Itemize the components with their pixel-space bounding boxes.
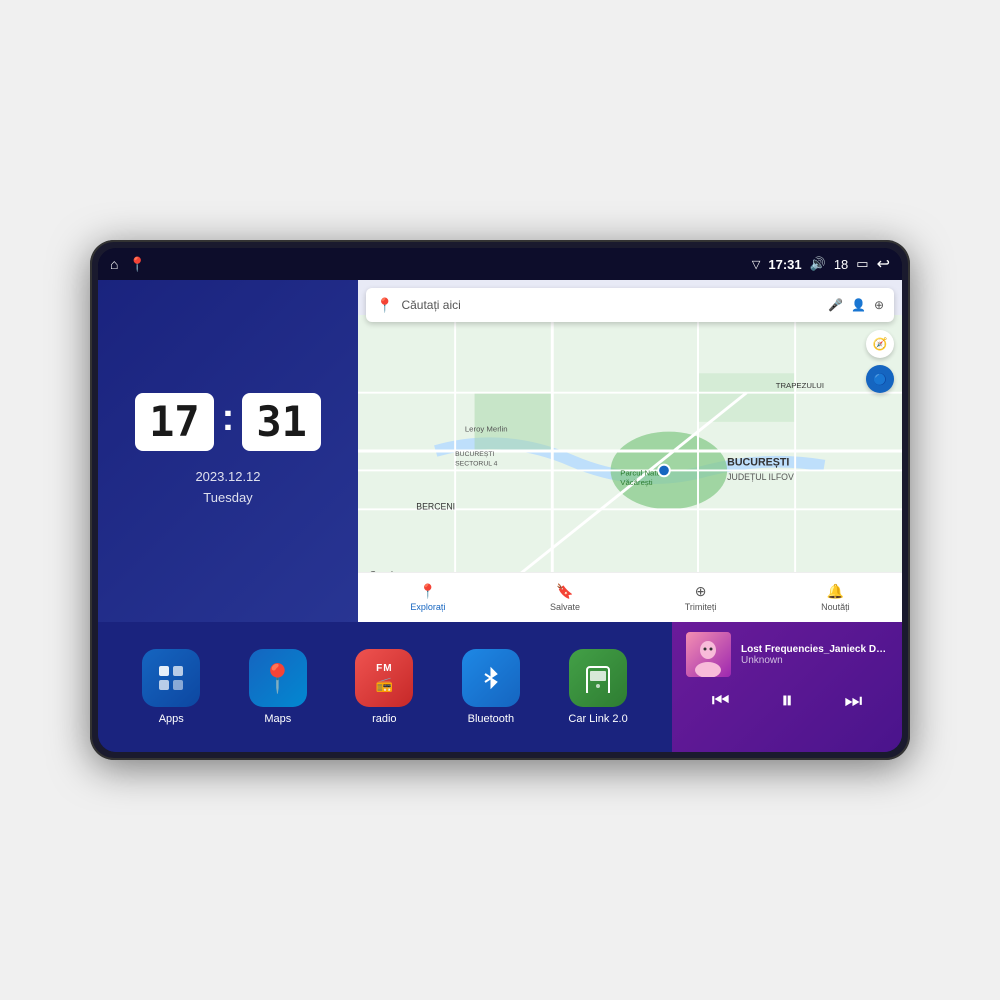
status-left: ⌂ 📍	[110, 256, 146, 273]
app-item-apps[interactable]: Apps	[142, 649, 200, 725]
app-item-bluetooth[interactable]: Bluetooth	[462, 649, 520, 725]
svg-text:TRAPEZULUI: TRAPEZULUI	[776, 381, 824, 390]
music-prev-button[interactable]: ⏮	[712, 690, 730, 713]
news-icon: 🔔	[827, 583, 844, 600]
clock-hours: 17	[135, 393, 214, 451]
explore-icon: 📍	[419, 583, 436, 600]
clock-panel: 17 : 31 2023.12.12 Tuesday	[98, 280, 358, 622]
apps-icon	[142, 649, 200, 707]
clock-display: 17 : 31	[135, 393, 321, 451]
clock-separator: :	[222, 397, 235, 440]
send-icon: ⊕	[695, 583, 707, 600]
map-nav-news[interactable]: 🔔 Noutăți	[821, 583, 850, 612]
voice-search-icon[interactable]: 🎤	[828, 298, 843, 312]
map-nav-send[interactable]: ⊕ Trimiteți	[685, 583, 717, 612]
svg-text:Văcărești: Văcărești	[620, 478, 653, 487]
apps-svg-icon	[156, 663, 186, 693]
apps-panel: Apps 📍 Maps FM 📻	[98, 622, 672, 752]
bluetooth-label: Bluetooth	[468, 713, 514, 725]
maps-icon: 📍	[249, 649, 307, 707]
profile-icon[interactable]: 👤	[851, 298, 866, 312]
saved-label: Salvate	[550, 602, 580, 612]
explore-label: Explorați	[410, 602, 445, 612]
map-nav-bar: 📍 Explorați 🔖 Salvate ⊕ Trimiteți 🔔	[358, 572, 902, 622]
saved-icon: 🔖	[556, 583, 573, 600]
svg-text:BERCENI: BERCENI	[416, 501, 455, 511]
clock-day: Tuesday	[195, 488, 260, 509]
apps-label: Apps	[159, 713, 184, 725]
carlink-icon	[569, 649, 627, 707]
music-controls: ⏮ ⏸ ⏭	[686, 687, 888, 715]
bluetooth-svg-icon	[477, 664, 505, 692]
clock-minutes: 31	[242, 393, 321, 451]
svg-text:Leroy Merlin: Leroy Merlin	[465, 425, 508, 434]
bluetooth-icon	[462, 649, 520, 707]
clock-date-info: 2023.12.12 Tuesday	[195, 467, 260, 509]
carlink-label: Car Link 2.0	[568, 713, 627, 725]
app-item-maps[interactable]: 📍 Maps	[249, 649, 307, 725]
album-art-svg	[686, 632, 731, 677]
app-item-radio[interactable]: FM 📻 radio	[355, 649, 413, 725]
music-artist: Unknown	[741, 655, 888, 666]
music-panel: Lost Frequencies_Janieck Devy-... Unknow…	[672, 622, 902, 752]
map-compass-btn[interactable]: 🧭	[866, 330, 894, 358]
radio-icon: FM 📻	[355, 649, 413, 707]
volume-icon: 🔊	[810, 256, 826, 272]
svg-text:SECTORUL 4: SECTORUL 4	[455, 461, 498, 468]
svg-text:BUCUREȘTI: BUCUREȘTI	[727, 457, 789, 469]
back-icon[interactable]: ↩	[877, 254, 890, 274]
maps-status-icon[interactable]: 📍	[128, 256, 145, 273]
device-screen: ⌂ 📍 ▽ 17:31 🔊 18 ▭ ↩ 17 :	[98, 248, 902, 752]
music-info: Lost Frequencies_Janieck Devy-... Unknow…	[686, 632, 888, 677]
app-item-carlink[interactable]: Car Link 2.0	[568, 649, 627, 725]
maps-label: Maps	[264, 713, 291, 725]
music-play-button[interactable]: ⏸	[781, 687, 793, 715]
device-frame: ⌂ 📍 ▽ 17:31 🔊 18 ▭ ↩ 17 :	[90, 240, 910, 760]
map-panel[interactable]: BUCUREȘTI JUDEȚUL ILFOV BERCENI TRAPEZUL…	[358, 280, 902, 622]
status-bar: ⌂ 📍 ▽ 17:31 🔊 18 ▭ ↩	[98, 248, 902, 280]
status-time: 17:31	[768, 257, 801, 272]
main-content: 17 : 31 2023.12.12 Tuesday	[98, 280, 902, 752]
map-search-icons: 🎤 👤 ⊕	[828, 298, 884, 312]
top-row: 17 : 31 2023.12.12 Tuesday	[98, 280, 902, 622]
music-title: Lost Frequencies_Janieck Devy-...	[741, 644, 888, 655]
map-nav-saved[interactable]: 🔖 Salvate	[550, 583, 580, 612]
news-label: Noutăți	[821, 602, 850, 612]
send-label: Trimiteți	[685, 602, 717, 612]
google-maps-icon: 📍	[376, 297, 393, 314]
status-right: ▽ 17:31 🔊 18 ▭ ↩	[752, 254, 890, 274]
svg-text:BUCUREȘTI: BUCUREȘTI	[455, 451, 494, 458]
map-search-bar[interactable]: 📍 Căutați aici 🎤 👤 ⊕	[366, 288, 894, 322]
clock-date: 2023.12.12	[195, 467, 260, 488]
music-next-button[interactable]: ⏭	[844, 690, 862, 713]
volume-level: 18	[834, 257, 848, 272]
radio-label: radio	[372, 713, 396, 725]
music-details: Lost Frequencies_Janieck Devy-... Unknow…	[741, 644, 888, 666]
music-artwork	[686, 632, 731, 677]
layers-icon[interactable]: ⊕	[874, 298, 884, 312]
map-svg: BUCUREȘTI JUDEȚUL ILFOV BERCENI TRAPEZUL…	[358, 280, 902, 622]
map-nav-explore[interactable]: 📍 Explorați	[410, 583, 445, 612]
svg-text:JUDEȚUL ILFOV: JUDEȚUL ILFOV	[727, 472, 794, 482]
signal-icon: ▽	[752, 258, 760, 271]
map-location-btn[interactable]: 🔵	[866, 365, 894, 393]
carlink-svg-icon	[583, 663, 613, 693]
bottom-row: Apps 📍 Maps FM 📻	[98, 622, 902, 752]
battery-icon: ▭	[856, 256, 868, 272]
home-icon[interactable]: ⌂	[110, 256, 118, 272]
map-search-placeholder[interactable]: Căutați aici	[401, 298, 820, 312]
